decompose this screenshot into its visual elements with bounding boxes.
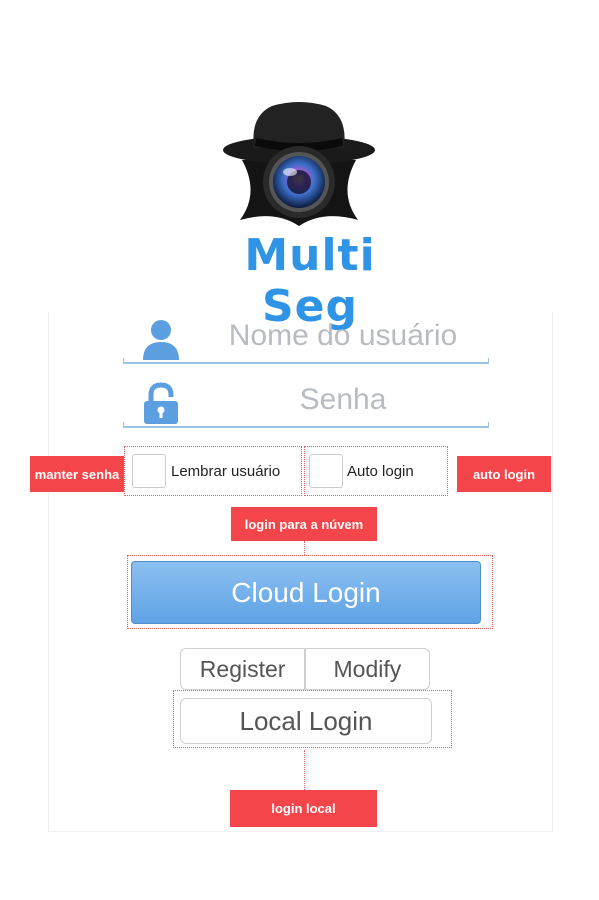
annotation-auto-login: auto login [457, 456, 551, 492]
spy-hat-camera-icon [223, 102, 375, 226]
lock-icon [144, 382, 178, 424]
remember-checkbox[interactable] [132, 454, 166, 488]
frame-left [48, 312, 49, 832]
auto-login-label: Auto login [347, 463, 414, 480]
annotation-cloud-login: login para a núvem [231, 507, 377, 541]
cloud-login-button[interactable]: Cloud Login [131, 561, 481, 624]
remember-label: Lembrar usuário [171, 463, 281, 480]
password-input[interactable] [193, 376, 493, 424]
annotation-connector-cloud [304, 541, 305, 555]
annotation-local-login: login local [230, 790, 377, 827]
username-input[interactable] [193, 312, 493, 360]
frame-right [552, 312, 553, 832]
modify-button[interactable]: Modify [306, 649, 429, 689]
annotation-connector-local [304, 750, 305, 790]
frame-bottom [48, 831, 553, 832]
username-field [123, 312, 493, 364]
username-underline [123, 358, 489, 364]
register-modify-group: Register Modify [180, 648, 430, 690]
password-field [123, 376, 493, 428]
auto-login-checkbox[interactable] [309, 454, 343, 488]
user-icon [143, 320, 179, 360]
annotation-keep-password: manter senha [30, 456, 124, 492]
password-underline [123, 422, 489, 428]
local-login-button[interactable]: Local Login [180, 698, 432, 744]
register-button[interactable]: Register [181, 649, 304, 689]
